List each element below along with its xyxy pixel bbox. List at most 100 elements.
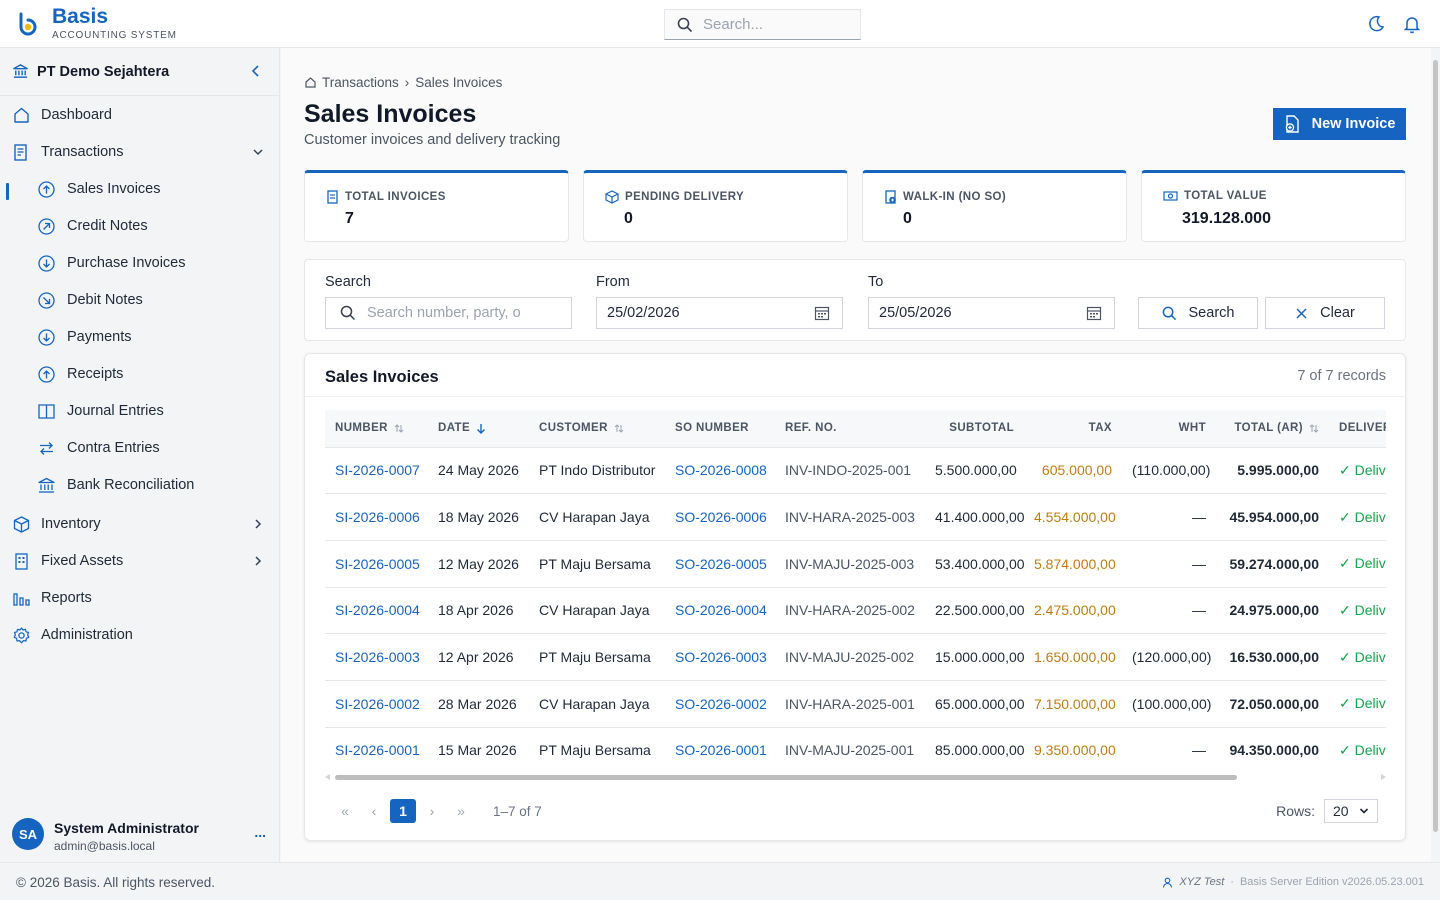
invoice-number-link[interactable]: SI-2026-0006	[325, 493, 428, 541]
user-profile[interactable]: SA System Administrator admin@basis.loca…	[0, 811, 280, 861]
page-1-button[interactable]: 1	[390, 799, 416, 823]
first-page-button[interactable]: «	[332, 799, 358, 823]
scroll-right-arrow-icon[interactable]	[1380, 774, 1386, 780]
breadcrumb: Transactions › Sales Invoices	[304, 75, 502, 90]
top-bar: Basis ACCOUNTING SYSTEM Search...	[0, 0, 1440, 48]
so-number-link[interactable]: SO-2026-0005	[665, 540, 775, 588]
sidebar-item-contra-entries[interactable]: Contra Entries	[0, 430, 280, 467]
org-switcher[interactable]: PT Demo Sejahtera	[0, 48, 280, 96]
invoice-number-link[interactable]: SI-2026-0001	[325, 727, 428, 766]
so-number-link[interactable]: SO-2026-0004	[665, 587, 775, 635]
so-number-link[interactable]: SO-2026-0002	[665, 680, 775, 728]
sidebar-item-dashboard[interactable]: Dashboard	[0, 97, 280, 134]
calendar-icon[interactable]	[1086, 305, 1102, 321]
prev-page-button[interactable]: ‹	[361, 799, 387, 823]
sidebar-item-bank-reconciliation[interactable]: Bank Reconciliation	[0, 467, 280, 504]
page-title: Sales Invoices	[304, 100, 477, 128]
user-menu-button[interactable]: ...	[254, 824, 266, 840]
stat-label: WALK-IN (NO SO)	[903, 191, 1007, 203]
search-icon	[340, 305, 356, 321]
last-page-button[interactable]: »	[448, 799, 474, 823]
so-number-link[interactable]: SO-2026-0006	[665, 493, 775, 541]
collapse-sidebar-chevron-left-icon[interactable]	[250, 64, 262, 78]
cell-wht: (100.000,00)	[1122, 680, 1216, 728]
sidebar-item-debit-notes[interactable]: Debit Notes	[0, 282, 280, 319]
table-row[interactable]: SI-2026-0006 18 May 2026 CV Harapan Jaya…	[325, 493, 1386, 541]
cell-subtotal: 15.000.000,00	[925, 633, 1024, 681]
main-content: Transactions › Sales Invoices Sales Invo…	[281, 48, 1431, 862]
so-number-link[interactable]: SO-2026-0003	[665, 633, 775, 681]
vertical-scrollbar[interactable]	[1431, 48, 1440, 862]
sidebar-item-credit-notes[interactable]: Credit Notes	[0, 208, 280, 245]
column-header-total-ar[interactable]: TOTAL (AR)	[1216, 410, 1329, 448]
stat-card-total-invoices: TOTAL INVOICES 7	[304, 170, 569, 242]
scroll-left-arrow-icon[interactable]	[325, 774, 331, 780]
arrow-up-circle-icon	[38, 366, 55, 383]
calendar-icon[interactable]	[814, 305, 830, 321]
sidebar-item-label: Administration	[41, 627, 133, 643]
invoice-number-link[interactable]: SI-2026-0004	[325, 587, 428, 635]
horizontal-scrollbar[interactable]	[325, 772, 1386, 782]
to-date-input[interactable]: 25/05/2026	[868, 297, 1115, 329]
arrow-up-right-circle-icon	[38, 218, 55, 235]
table-scroll-area[interactable]: NUMBER DATE CUSTOMER SO NUMBER REF. NO. …	[325, 410, 1386, 766]
invoice-number-link[interactable]: SI-2026-0007	[325, 447, 428, 495]
sidebar-item-fixed-assets[interactable]: Fixed Assets	[0, 543, 280, 580]
notification-bell-icon[interactable]	[1402, 14, 1422, 34]
so-number-link[interactable]: SO-2026-0001	[665, 727, 775, 766]
sidebar-item-inventory[interactable]: Inventory	[0, 506, 280, 543]
invoice-number-link[interactable]: SI-2026-0005	[325, 540, 428, 588]
clear-button[interactable]: Clear	[1265, 297, 1385, 329]
cell-customer: PT Indo Distributor	[529, 447, 665, 495]
home-icon[interactable]	[304, 76, 317, 89]
breadcrumb-separator: ›	[404, 75, 410, 90]
new-invoice-button[interactable]: New Invoice	[1273, 108, 1406, 140]
invoice-number-link[interactable]: SI-2026-0002	[325, 680, 428, 728]
stat-card-pending-delivery: PENDING DELIVERY 0	[583, 170, 848, 242]
arrow-down-circle-icon	[38, 329, 55, 346]
from-date-input[interactable]: 25/02/2026	[596, 297, 843, 329]
table-row[interactable]: SI-2026-0004 18 Apr 2026 CV Harapan Jaya…	[325, 587, 1386, 635]
footer: © 2026 Basis. All rights reserved. XYZ T…	[0, 862, 1440, 900]
cell-total-ar: 16.530.000,00	[1216, 633, 1329, 681]
delivery-status-badge: ✓ Delivered	[1329, 493, 1386, 541]
cell-date: 18 Apr 2026	[428, 587, 529, 635]
global-search-input[interactable]: Search...	[664, 9, 861, 40]
money-icon	[1163, 191, 1178, 201]
column-header-customer[interactable]: CUSTOMER	[529, 410, 665, 448]
clear-button-label: Clear	[1320, 305, 1355, 321]
table-row[interactable]: SI-2026-0002 28 Mar 2026 CV Harapan Jaya…	[325, 680, 1386, 728]
rows-per-page-select[interactable]: 20	[1324, 799, 1378, 823]
sidebar-item-payments[interactable]: Payments	[0, 319, 280, 356]
app-logo[interactable]: Basis ACCOUNTING SYSTEM	[16, 6, 177, 41]
sidebar-item-label: Debit Notes	[67, 292, 143, 308]
breadcrumb-transactions[interactable]: Transactions	[322, 75, 399, 90]
chevron-down-icon	[253, 149, 263, 156]
sidebar-item-purchase-invoices[interactable]: Purchase Invoices	[0, 245, 280, 282]
next-page-button[interactable]: ›	[419, 799, 445, 823]
bank-icon	[13, 64, 28, 78]
app-tagline: ACCOUNTING SYSTEM	[52, 30, 177, 41]
chevron-right-icon	[255, 556, 262, 566]
sidebar-item-administration[interactable]: Administration	[0, 617, 280, 654]
column-header-date[interactable]: DATE	[428, 410, 529, 448]
table-row[interactable]: SI-2026-0007 24 May 2026 PT Indo Distrib…	[325, 447, 1386, 495]
search-button[interactable]: Search	[1138, 297, 1258, 329]
sidebar-item-sales-invoices[interactable]: Sales Invoices	[0, 171, 280, 208]
sidebar-item-journal-entries[interactable]: Journal Entries	[0, 393, 280, 430]
table-row[interactable]: SI-2026-0005 12 May 2026 PT Maju Bersama…	[325, 540, 1386, 588]
table-row[interactable]: SI-2026-0001 15 Mar 2026 PT Maju Bersama…	[325, 727, 1386, 766]
sidebar-item-transactions[interactable]: Transactions	[0, 134, 280, 171]
sidebar-item-receipts[interactable]: Receipts	[0, 356, 280, 393]
so-number-link[interactable]: SO-2026-0008	[665, 447, 775, 495]
table-row[interactable]: SI-2026-0003 12 Apr 2026 PT Maju Bersama…	[325, 633, 1386, 681]
sidebar-item-reports[interactable]: Reports	[0, 580, 280, 617]
cell-tax: 1.650.000,00	[1024, 633, 1122, 681]
dark-mode-moon-icon[interactable]	[1366, 14, 1386, 34]
column-header-number[interactable]: NUMBER	[325, 410, 428, 448]
invoice-number-link[interactable]: SI-2026-0003	[325, 633, 428, 681]
scrollbar-thumb[interactable]	[335, 775, 1237, 780]
search-input[interactable]: Search number, party, o	[325, 297, 572, 329]
tenant-name: XYZ Test	[1179, 876, 1225, 888]
scrollbar-thumb[interactable]	[1433, 60, 1438, 832]
